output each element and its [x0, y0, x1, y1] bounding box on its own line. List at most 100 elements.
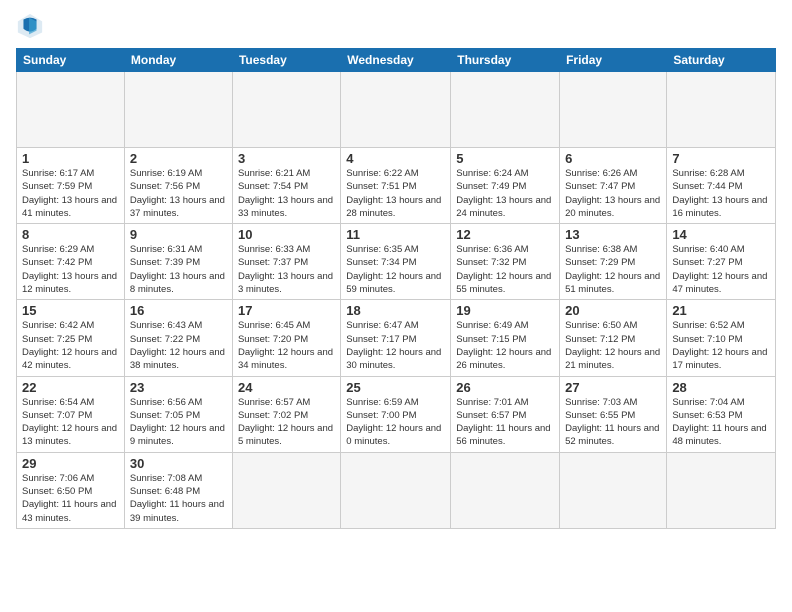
header	[16, 12, 776, 40]
day-number: 18	[346, 303, 445, 318]
calendar-cell: 7 Sunrise: 6:28 AM Sunset: 7:44 PM Dayli…	[667, 148, 776, 224]
logo	[16, 12, 48, 40]
calendar-cell: 1 Sunrise: 6:17 AM Sunset: 7:59 PM Dayli…	[17, 148, 125, 224]
calendar-cell	[451, 452, 560, 528]
day-number: 5	[456, 151, 554, 166]
weekday-header-row: Sunday Monday Tuesday Wednesday Thursday…	[17, 49, 776, 72]
day-number: 9	[130, 227, 227, 242]
col-friday: Friday	[560, 49, 667, 72]
day-info: Sunrise: 7:01 AM Sunset: 6:57 PM Dayligh…	[456, 396, 554, 449]
day-info: Sunrise: 6:26 AM Sunset: 7:47 PM Dayligh…	[565, 167, 661, 220]
day-number: 19	[456, 303, 554, 318]
day-number: 7	[672, 151, 770, 166]
col-monday: Monday	[124, 49, 232, 72]
calendar-cell: 9 Sunrise: 6:31 AM Sunset: 7:39 PM Dayli…	[124, 224, 232, 300]
calendar-cell: 16 Sunrise: 6:43 AM Sunset: 7:22 PM Dayl…	[124, 300, 232, 376]
day-info: Sunrise: 6:52 AM Sunset: 7:10 PM Dayligh…	[672, 319, 770, 372]
day-info: Sunrise: 6:17 AM Sunset: 7:59 PM Dayligh…	[22, 167, 119, 220]
day-info: Sunrise: 6:47 AM Sunset: 7:17 PM Dayligh…	[346, 319, 445, 372]
calendar-cell	[667, 452, 776, 528]
day-number: 10	[238, 227, 335, 242]
day-number: 29	[22, 456, 119, 471]
day-number: 24	[238, 380, 335, 395]
calendar-cell: 4 Sunrise: 6:22 AM Sunset: 7:51 PM Dayli…	[341, 148, 451, 224]
day-number: 2	[130, 151, 227, 166]
day-info: Sunrise: 6:54 AM Sunset: 7:07 PM Dayligh…	[22, 396, 119, 449]
calendar-cell: 5 Sunrise: 6:24 AM Sunset: 7:49 PM Dayli…	[451, 148, 560, 224]
day-number: 21	[672, 303, 770, 318]
calendar-cell: 3 Sunrise: 6:21 AM Sunset: 7:54 PM Dayli…	[232, 148, 340, 224]
calendar-cell: 11 Sunrise: 6:35 AM Sunset: 7:34 PM Dayl…	[341, 224, 451, 300]
calendar-cell: 23 Sunrise: 6:56 AM Sunset: 7:05 PM Dayl…	[124, 376, 232, 452]
day-info: Sunrise: 6:29 AM Sunset: 7:42 PM Dayligh…	[22, 243, 119, 296]
calendar-cell	[560, 72, 667, 148]
calendar-cell: 14 Sunrise: 6:40 AM Sunset: 7:27 PM Dayl…	[667, 224, 776, 300]
day-number: 11	[346, 227, 445, 242]
day-number: 3	[238, 151, 335, 166]
day-info: Sunrise: 7:06 AM Sunset: 6:50 PM Dayligh…	[22, 472, 119, 525]
calendar-cell: 18 Sunrise: 6:47 AM Sunset: 7:17 PM Dayl…	[341, 300, 451, 376]
col-thursday: Thursday	[451, 49, 560, 72]
day-info: Sunrise: 6:56 AM Sunset: 7:05 PM Dayligh…	[130, 396, 227, 449]
day-number: 22	[22, 380, 119, 395]
col-wednesday: Wednesday	[341, 49, 451, 72]
day-info: Sunrise: 6:21 AM Sunset: 7:54 PM Dayligh…	[238, 167, 335, 220]
calendar-cell: 20 Sunrise: 6:50 AM Sunset: 7:12 PM Dayl…	[560, 300, 667, 376]
day-info: Sunrise: 6:33 AM Sunset: 7:37 PM Dayligh…	[238, 243, 335, 296]
day-info: Sunrise: 6:45 AM Sunset: 7:20 PM Dayligh…	[238, 319, 335, 372]
logo-icon	[16, 12, 44, 40]
calendar-cell: 12 Sunrise: 6:36 AM Sunset: 7:32 PM Dayl…	[451, 224, 560, 300]
calendar-cell: 6 Sunrise: 6:26 AM Sunset: 7:47 PM Dayli…	[560, 148, 667, 224]
day-number: 4	[346, 151, 445, 166]
day-number: 15	[22, 303, 119, 318]
day-info: Sunrise: 6:57 AM Sunset: 7:02 PM Dayligh…	[238, 396, 335, 449]
day-info: Sunrise: 6:35 AM Sunset: 7:34 PM Dayligh…	[346, 243, 445, 296]
day-info: Sunrise: 6:28 AM Sunset: 7:44 PM Dayligh…	[672, 167, 770, 220]
day-number: 17	[238, 303, 335, 318]
calendar-cell: 15 Sunrise: 6:42 AM Sunset: 7:25 PM Dayl…	[17, 300, 125, 376]
day-info: Sunrise: 6:42 AM Sunset: 7:25 PM Dayligh…	[22, 319, 119, 372]
day-info: Sunrise: 6:38 AM Sunset: 7:29 PM Dayligh…	[565, 243, 661, 296]
day-info: Sunrise: 6:40 AM Sunset: 7:27 PM Dayligh…	[672, 243, 770, 296]
calendar-cell	[667, 72, 776, 148]
day-info: Sunrise: 6:43 AM Sunset: 7:22 PM Dayligh…	[130, 319, 227, 372]
calendar-cell: 2 Sunrise: 6:19 AM Sunset: 7:56 PM Dayli…	[124, 148, 232, 224]
day-info: Sunrise: 7:04 AM Sunset: 6:53 PM Dayligh…	[672, 396, 770, 449]
day-number: 8	[22, 227, 119, 242]
day-number: 13	[565, 227, 661, 242]
calendar-cell: 21 Sunrise: 6:52 AM Sunset: 7:10 PM Dayl…	[667, 300, 776, 376]
calendar-cell: 19 Sunrise: 6:49 AM Sunset: 7:15 PM Dayl…	[451, 300, 560, 376]
calendar-cell: 8 Sunrise: 6:29 AM Sunset: 7:42 PM Dayli…	[17, 224, 125, 300]
calendar-cell	[232, 72, 340, 148]
day-info: Sunrise: 6:36 AM Sunset: 7:32 PM Dayligh…	[456, 243, 554, 296]
calendar-cell: 28 Sunrise: 7:04 AM Sunset: 6:53 PM Dayl…	[667, 376, 776, 452]
day-info: Sunrise: 7:08 AM Sunset: 6:48 PM Dayligh…	[130, 472, 227, 525]
calendar-cell	[451, 72, 560, 148]
col-tuesday: Tuesday	[232, 49, 340, 72]
calendar-cell: 24 Sunrise: 6:57 AM Sunset: 7:02 PM Dayl…	[232, 376, 340, 452]
calendar-cell: 29 Sunrise: 7:06 AM Sunset: 6:50 PM Dayl…	[17, 452, 125, 528]
day-number: 14	[672, 227, 770, 242]
calendar-cell: 26 Sunrise: 7:01 AM Sunset: 6:57 PM Dayl…	[451, 376, 560, 452]
calendar-cell	[17, 72, 125, 148]
day-number: 25	[346, 380, 445, 395]
col-saturday: Saturday	[667, 49, 776, 72]
page: Sunday Monday Tuesday Wednesday Thursday…	[0, 0, 792, 612]
day-info: Sunrise: 6:24 AM Sunset: 7:49 PM Dayligh…	[456, 167, 554, 220]
calendar-cell: 30 Sunrise: 7:08 AM Sunset: 6:48 PM Dayl…	[124, 452, 232, 528]
day-number: 30	[130, 456, 227, 471]
calendar-cell: 25 Sunrise: 6:59 AM Sunset: 7:00 PM Dayl…	[341, 376, 451, 452]
calendar-cell: 27 Sunrise: 7:03 AM Sunset: 6:55 PM Dayl…	[560, 376, 667, 452]
calendar-cell	[560, 452, 667, 528]
calendar-cell: 13 Sunrise: 6:38 AM Sunset: 7:29 PM Dayl…	[560, 224, 667, 300]
day-info: Sunrise: 6:31 AM Sunset: 7:39 PM Dayligh…	[130, 243, 227, 296]
day-info: Sunrise: 6:59 AM Sunset: 7:00 PM Dayligh…	[346, 396, 445, 449]
calendar-cell	[341, 452, 451, 528]
day-number: 28	[672, 380, 770, 395]
calendar-cell: 10 Sunrise: 6:33 AM Sunset: 7:37 PM Dayl…	[232, 224, 340, 300]
calendar-cell: 17 Sunrise: 6:45 AM Sunset: 7:20 PM Dayl…	[232, 300, 340, 376]
day-number: 1	[22, 151, 119, 166]
day-info: Sunrise: 6:19 AM Sunset: 7:56 PM Dayligh…	[130, 167, 227, 220]
day-number: 20	[565, 303, 661, 318]
day-info: Sunrise: 6:49 AM Sunset: 7:15 PM Dayligh…	[456, 319, 554, 372]
